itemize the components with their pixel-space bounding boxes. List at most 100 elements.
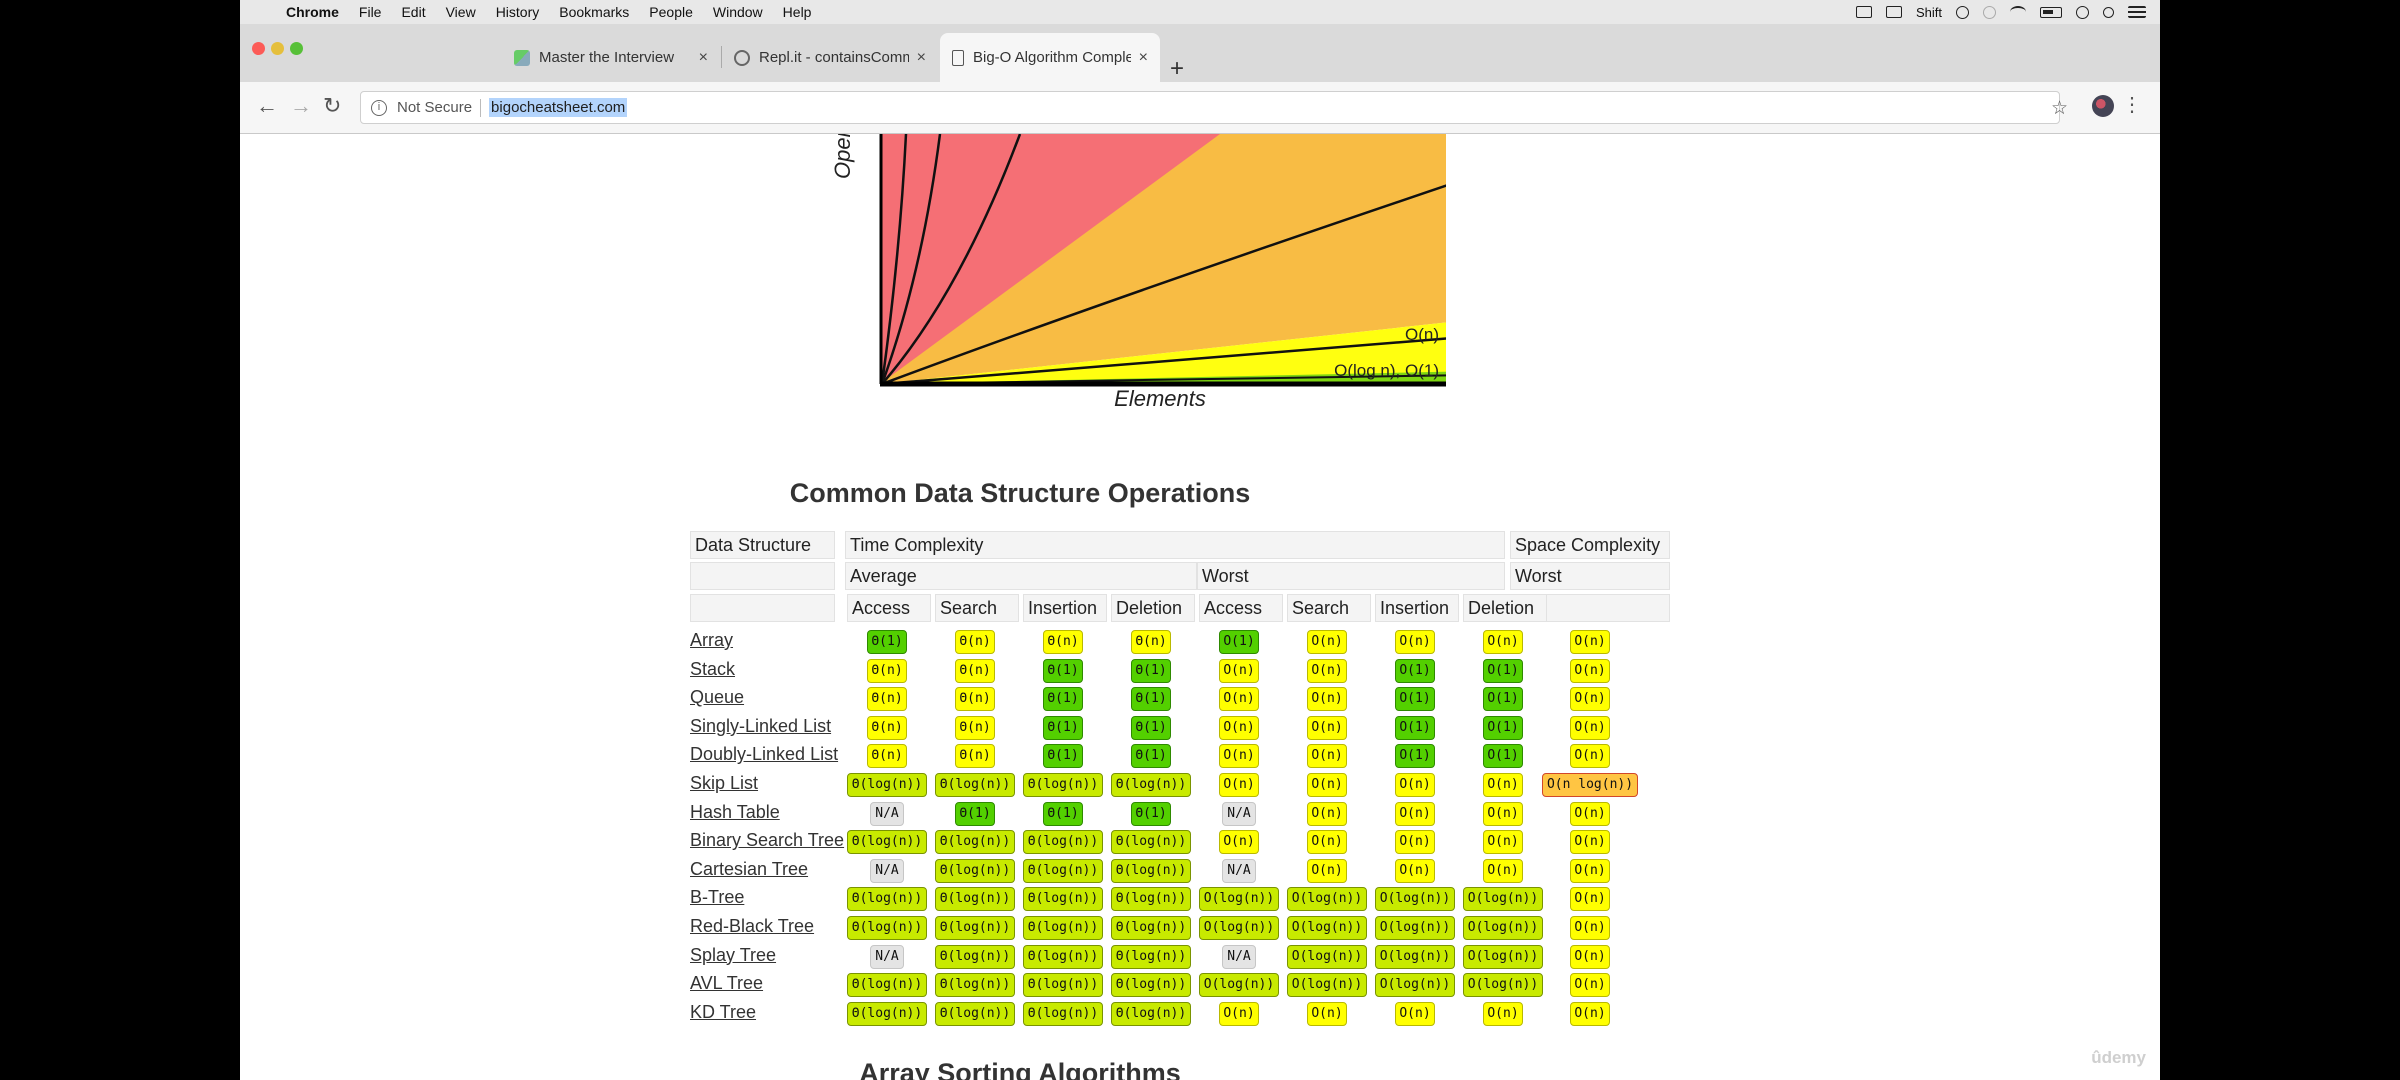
clock-icon[interactable] bbox=[2076, 5, 2089, 19]
header-time-complexity: Time Complexity bbox=[845, 531, 1505, 559]
menu-kebab-icon[interactable]: ⋮ bbox=[2122, 95, 2142, 115]
complexity-badge: O(n) bbox=[1395, 858, 1435, 883]
complexity-badge: Θ(n) bbox=[955, 658, 995, 683]
complexity-badge: O(n) bbox=[1483, 1001, 1523, 1026]
complexity-badge: Θ(log(n)) bbox=[1111, 858, 1191, 883]
data-structure-link[interactable]: Singly-Linked List bbox=[690, 716, 831, 737]
menu-view[interactable]: View bbox=[436, 4, 486, 20]
table-row: Singly-Linked List Θ(n) Θ(n) Θ(1) Θ(1) O(n) O(… bbox=[690, 714, 1715, 742]
complexity-badge: O(1) bbox=[1395, 687, 1435, 712]
address-bar[interactable]: i Not Secure bigocheatsheet.com bbox=[360, 91, 2060, 124]
data-structure-link[interactable]: Red-Black Tree bbox=[690, 916, 814, 937]
menu-edit[interactable]: Edit bbox=[391, 4, 435, 20]
complexity-badge: O(log(n)) bbox=[1375, 887, 1455, 912]
space-complexity-badge: O(n) bbox=[1570, 944, 1610, 969]
data-structure-link[interactable]: KD Tree bbox=[690, 1002, 756, 1023]
notification-center-icon[interactable] bbox=[2128, 6, 2146, 18]
menu-app-name[interactable]: Chrome bbox=[276, 4, 349, 20]
header-op: Insertion bbox=[1375, 594, 1459, 622]
complexity-badge: Θ(n) bbox=[955, 687, 995, 712]
data-structure-link[interactable]: Hash Table bbox=[690, 802, 780, 823]
table-row: Doubly-Linked List Θ(n) Θ(n) Θ(1) Θ(1) O(n) O(… bbox=[690, 742, 1715, 770]
complexity-badge: Θ(log(n)) bbox=[1023, 858, 1103, 883]
menu-history[interactable]: History bbox=[486, 4, 550, 20]
spotlight-search-icon[interactable] bbox=[2103, 6, 2114, 18]
complexity-badge: Θ(log(n)) bbox=[1023, 773, 1103, 797]
back-button[interactable]: ← bbox=[256, 93, 278, 119]
complexity-badge: O(log(n)) bbox=[1375, 973, 1455, 998]
table-row: Binary Search Tree Θ(log(n)) Θ(log(n)) Θ(lo… bbox=[690, 828, 1715, 856]
tab-close-icon[interactable]: × bbox=[699, 49, 708, 67]
profile-avatar[interactable] bbox=[2092, 95, 2114, 117]
data-structure-link[interactable]: Binary Search Tree bbox=[690, 830, 844, 851]
page-content: O(n) O(log n), O(1) Elements Operati Com… bbox=[240, 134, 2160, 1080]
window-minimize-icon[interactable] bbox=[271, 42, 284, 55]
new-tab-button[interactable]: + bbox=[1170, 55, 1184, 83]
tab-bigo-cheatsheet[interactable]: Big-O Algorithm Complexity Ch × bbox=[940, 33, 1160, 82]
complexity-badge: O(n) bbox=[1219, 687, 1259, 712]
reload-button[interactable]: ↻ bbox=[323, 93, 341, 119]
site-info-icon[interactable]: i bbox=[371, 99, 387, 116]
space-complexity-badge: O(n) bbox=[1570, 973, 1610, 998]
chart-right-mask bbox=[1446, 134, 1600, 434]
complexity-badge: Θ(n) bbox=[1043, 630, 1083, 654]
complexity-badge: Θ(1) bbox=[1131, 744, 1171, 769]
complexity-badge: O(n) bbox=[1483, 830, 1523, 855]
tab-replit[interactable]: Repl.it - containsCommonItem × bbox=[722, 33, 938, 82]
data-structure-link[interactable]: AVL Tree bbox=[690, 973, 763, 994]
bluetooth-icon[interactable] bbox=[1983, 5, 1996, 19]
complexity-chart: O(n) O(log n), O(1) Elements Operati bbox=[830, 134, 1600, 434]
space-complexity-badge: O(n) bbox=[1570, 687, 1610, 712]
menu-help[interactable]: Help bbox=[773, 4, 822, 20]
forward-button[interactable]: → bbox=[290, 93, 312, 119]
menu-window[interactable]: Window bbox=[703, 4, 773, 20]
space-complexity-badge: O(n) bbox=[1570, 887, 1610, 912]
window-zoom-icon[interactable] bbox=[290, 42, 303, 55]
header-worst: Worst bbox=[1197, 562, 1505, 590]
table-row: Queue Θ(n) Θ(n) Θ(1) Θ(1) O(n) O(n) O(1) O(1) O(n… bbox=[690, 685, 1715, 713]
wifi-icon[interactable] bbox=[2010, 6, 2026, 18]
complexity-badge: Θ(n) bbox=[867, 658, 907, 683]
complexity-badge: N/A bbox=[870, 944, 904, 969]
menu-people[interactable]: People bbox=[639, 4, 703, 20]
screen-record-icon[interactable] bbox=[1855, 6, 1872, 18]
window-close-icon[interactable] bbox=[252, 42, 265, 55]
url-text[interactable]: bigocheatsheet.com bbox=[489, 98, 628, 117]
complexity-badge: O(1) bbox=[1483, 658, 1523, 683]
screen: Chrome File Edit View History Bookmarks … bbox=[240, 0, 2160, 1080]
complexity-badge: Θ(log(n)) bbox=[1111, 916, 1191, 940]
data-structure-link[interactable]: Queue bbox=[690, 687, 744, 708]
complexity-badge: Θ(log(n)) bbox=[847, 916, 927, 940]
data-structure-link[interactable]: Skip List bbox=[690, 773, 758, 794]
shift-indicator[interactable]: Shift bbox=[1916, 5, 1942, 20]
space-complexity-badge: O(n) bbox=[1570, 830, 1610, 855]
complexity-badge: Θ(log(n)) bbox=[1111, 830, 1191, 855]
data-structure-link[interactable]: Cartesian Tree bbox=[690, 859, 808, 880]
data-structure-link[interactable]: Splay Tree bbox=[690, 945, 776, 966]
keyboard-icon[interactable] bbox=[1885, 6, 1902, 18]
data-structure-link[interactable]: Array bbox=[690, 630, 733, 651]
complexity-badge: Θ(1) bbox=[1043, 715, 1083, 740]
tab-close-icon[interactable]: × bbox=[1139, 49, 1148, 67]
complexity-badge: Θ(1) bbox=[1043, 744, 1083, 769]
menu-file[interactable]: File bbox=[349, 4, 392, 20]
complexity-badge: Θ(n) bbox=[955, 630, 995, 654]
complexity-badge: O(n) bbox=[1395, 830, 1435, 855]
complexity-badge: O(n) bbox=[1219, 1001, 1259, 1026]
header-space-complexity: Space Complexity bbox=[1510, 531, 1670, 559]
data-structure-link[interactable]: Doubly-Linked List bbox=[690, 744, 838, 765]
security-label[interactable]: Not Secure bbox=[397, 99, 472, 116]
bookmark-star-icon[interactable]: ☆ bbox=[2051, 97, 2068, 120]
data-structure-link[interactable]: B-Tree bbox=[690, 887, 744, 908]
complexity-badge: O(n) bbox=[1307, 773, 1347, 797]
complexity-badge: O(n) bbox=[1395, 630, 1435, 654]
tab-master-the-interview[interactable]: Master the Interview × bbox=[502, 33, 720, 82]
space-complexity-badge: O(n) bbox=[1570, 1001, 1610, 1026]
data-structure-link[interactable]: Stack bbox=[690, 659, 735, 680]
header-op: Access bbox=[847, 594, 931, 622]
complexity-badge: O(n) bbox=[1307, 715, 1347, 740]
battery-icon[interactable] bbox=[2040, 6, 2062, 18]
do-not-disturb-icon[interactable] bbox=[1956, 5, 1969, 19]
tab-close-icon[interactable]: × bbox=[917, 49, 926, 67]
menu-bookmarks[interactable]: Bookmarks bbox=[549, 4, 639, 20]
